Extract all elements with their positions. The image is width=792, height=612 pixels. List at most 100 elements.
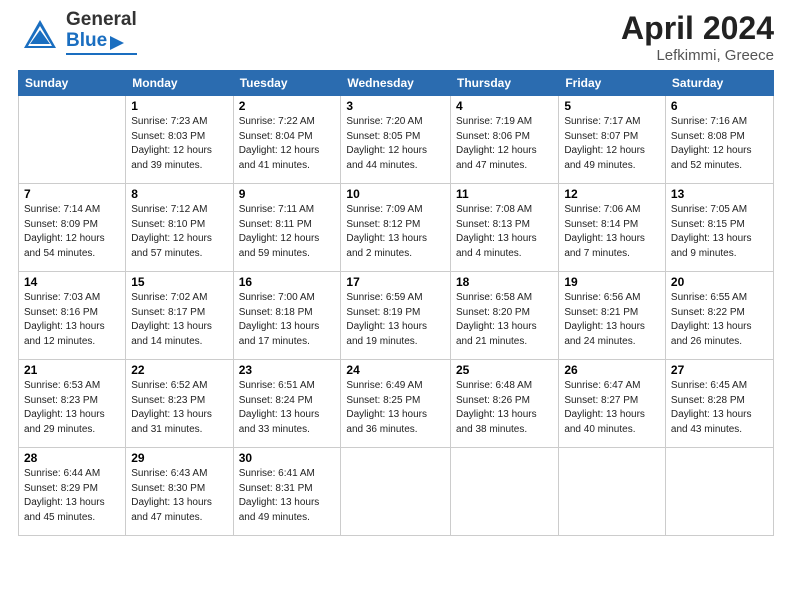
week-row-4: 21 Sunrise: 6:53 AMSunset: 8:23 PMDayligh… (19, 360, 774, 448)
day-number: 22 (131, 363, 227, 377)
day-cell: 10 Sunrise: 7:09 AMSunset: 8:12 PMDayligh… (341, 184, 451, 272)
day-info: Sunrise: 7:03 AMSunset: 8:16 PMDaylight:… (24, 291, 120, 349)
day-cell: 16 Sunrise: 7:00 AMSunset: 8:18 PMDayligh… (233, 272, 341, 360)
day-info: Sunrise: 7:05 AMSunset: 8:15 PMDaylight:… (671, 203, 768, 261)
logo-blue-row: Blue (66, 31, 137, 52)
day-number: 28 (24, 451, 120, 465)
day-cell: 22Sunrise: 6:52 AMSunset: 8:23 PMDayligh… (126, 360, 233, 448)
day-number: 7 (24, 187, 120, 201)
header: General Blue April 2024 Lefkimmi, Greece (18, 10, 774, 64)
day-number: 25 (456, 363, 553, 377)
day-cell: 1Sunrise: 7:23 AMSunset: 8:03 PMDaylight… (126, 96, 233, 184)
day-info: Sunrise: 6:53 AMSunset: 8:23 PMDaylight:… (24, 379, 120, 437)
day-number: 29 (131, 451, 227, 465)
day-cell: 7Sunrise: 7:14 AMSunset: 8:09 PMDaylight… (19, 184, 126, 272)
day-number: 8 (131, 187, 227, 201)
week-row-2: 7Sunrise: 7:14 AMSunset: 8:09 PMDaylight… (19, 184, 774, 272)
col-tuesday: Tuesday (233, 71, 341, 96)
day-cell: 18 Sunrise: 6:58 AMSunset: 8:20 PMDayligh… (450, 272, 558, 360)
day-info: Sunrise: 7:08 AMSunset: 8:13 PMDaylight:… (456, 203, 553, 261)
day-info: Sunrise: 7:22 AMSunset: 8:04 PMDaylight:… (239, 115, 336, 173)
day-number: 14 (24, 275, 120, 289)
location-subtitle: Lefkimmi, Greece (621, 47, 774, 64)
day-cell (19, 96, 126, 184)
day-info: Sunrise: 7:11 AMSunset: 8:11 PMDaylight:… (239, 203, 336, 261)
day-number: 16 (239, 275, 336, 289)
day-number: 17 (346, 275, 445, 289)
logo-general-text: General (66, 10, 137, 31)
col-saturday: Saturday (665, 71, 773, 96)
day-number: 30 (239, 451, 336, 465)
day-info: Sunrise: 6:48 AMSunset: 8:26 PMDaylight:… (456, 379, 553, 437)
week-row-3: 14 Sunrise: 7:03 AMSunset: 8:16 PMDayligh… (19, 272, 774, 360)
day-number: 18 (456, 275, 553, 289)
calendar-table: Sunday Monday Tuesday Wednesday Thursday… (18, 70, 774, 536)
day-number: 5 (564, 99, 660, 113)
day-info: Sunrise: 7:17 AMSunset: 8:07 PMDaylight:… (564, 115, 660, 173)
day-cell: 5 Sunrise: 7:17 AMSunset: 8:07 PMDaylight… (559, 96, 666, 184)
day-info: Sunrise: 7:16 AMSunset: 8:08 PMDaylight:… (671, 115, 768, 173)
day-info: Sunrise: 7:02 AMSunset: 8:17 PMDaylight:… (131, 291, 227, 349)
day-info: Sunrise: 6:59 AMSunset: 8:19 PMDaylight:… (346, 291, 445, 349)
day-number: 24 (346, 363, 445, 377)
title-block: April 2024 Lefkimmi, Greece (621, 10, 774, 64)
day-number: 27 (671, 363, 768, 377)
day-cell (450, 448, 558, 536)
day-cell (665, 448, 773, 536)
day-number: 23 (239, 363, 336, 377)
day-number: 19 (564, 275, 660, 289)
day-number: 10 (346, 187, 445, 201)
day-cell: 9 Sunrise: 7:11 AMSunset: 8:11 PMDaylight… (233, 184, 341, 272)
day-cell: 14 Sunrise: 7:03 AMSunset: 8:16 PMDayligh… (19, 272, 126, 360)
day-cell (559, 448, 666, 536)
logo-icon (18, 12, 62, 56)
day-info: Sunrise: 6:55 AMSunset: 8:22 PMDaylight:… (671, 291, 768, 349)
day-number: 13 (671, 187, 768, 201)
week-row-1: 1Sunrise: 7:23 AMSunset: 8:03 PMDaylight… (19, 96, 774, 184)
day-cell: 11 Sunrise: 7:08 AMSunset: 8:13 PMDayligh… (450, 184, 558, 272)
day-info: Sunrise: 6:41 AMSunset: 8:31 PMDaylight:… (239, 467, 336, 525)
day-info: Sunrise: 6:58 AMSunset: 8:20 PMDaylight:… (456, 291, 553, 349)
month-title: April 2024 (621, 10, 774, 47)
page: General Blue April 2024 Lefkimmi, Greece… (0, 0, 792, 612)
day-info: Sunrise: 7:06 AMSunset: 8:14 PMDaylight:… (564, 203, 660, 261)
col-monday: Monday (126, 71, 233, 96)
day-cell: 26Sunrise: 6:47 AMSunset: 8:27 PMDayligh… (559, 360, 666, 448)
day-info: Sunrise: 7:00 AMSunset: 8:18 PMDaylight:… (239, 291, 336, 349)
day-cell: 12 Sunrise: 7:06 AMSunset: 8:14 PMDayligh… (559, 184, 666, 272)
day-number: 1 (131, 99, 227, 113)
day-number: 11 (456, 187, 553, 201)
day-cell: 20Sunrise: 6:55 AMSunset: 8:22 PMDayligh… (665, 272, 773, 360)
day-number: 9 (239, 187, 336, 201)
day-number: 4 (456, 99, 553, 113)
week-row-5: 28Sunrise: 6:44 AMSunset: 8:29 PMDayligh… (19, 448, 774, 536)
col-friday: Friday (559, 71, 666, 96)
logo-name: General Blue (66, 10, 137, 55)
day-cell: 15Sunrise: 7:02 AMSunset: 8:17 PMDayligh… (126, 272, 233, 360)
day-info: Sunrise: 7:09 AMSunset: 8:12 PMDaylight:… (346, 203, 445, 261)
day-number: 21 (24, 363, 120, 377)
day-cell: 25 Sunrise: 6:48 AMSunset: 8:26 PMDayligh… (450, 360, 558, 448)
col-thursday: Thursday (450, 71, 558, 96)
day-number: 6 (671, 99, 768, 113)
day-number: 12 (564, 187, 660, 201)
day-cell: 30 Sunrise: 6:41 AMSunset: 8:31 PMDayligh… (233, 448, 341, 536)
day-cell (341, 448, 451, 536)
day-info: Sunrise: 7:19 AMSunset: 8:06 PMDaylight:… (456, 115, 553, 173)
day-info: Sunrise: 6:45 AMSunset: 8:28 PMDaylight:… (671, 379, 768, 437)
day-cell: 4 Sunrise: 7:19 AMSunset: 8:06 PMDaylight… (450, 96, 558, 184)
header-row: Sunday Monday Tuesday Wednesday Thursday… (19, 71, 774, 96)
day-cell: 2Sunrise: 7:22 AMSunset: 8:04 PMDaylight… (233, 96, 341, 184)
day-info: Sunrise: 6:51 AMSunset: 8:24 PMDaylight:… (239, 379, 336, 437)
col-wednesday: Wednesday (341, 71, 451, 96)
day-cell: 24Sunrise: 6:49 AMSunset: 8:25 PMDayligh… (341, 360, 451, 448)
day-cell: 3Sunrise: 7:20 AMSunset: 8:05 PMDaylight… (341, 96, 451, 184)
day-info: Sunrise: 6:47 AMSunset: 8:27 PMDaylight:… (564, 379, 660, 437)
day-info: Sunrise: 7:20 AMSunset: 8:05 PMDaylight:… (346, 115, 445, 173)
day-info: Sunrise: 6:56 AMSunset: 8:21 PMDaylight:… (564, 291, 660, 349)
col-sunday: Sunday (19, 71, 126, 96)
logo-underline (66, 53, 137, 55)
day-cell: 21 Sunrise: 6:53 AMSunset: 8:23 PMDayligh… (19, 360, 126, 448)
logo: General Blue (18, 10, 137, 56)
day-cell: 13 Sunrise: 7:05 AMSunset: 8:15 PMDayligh… (665, 184, 773, 272)
